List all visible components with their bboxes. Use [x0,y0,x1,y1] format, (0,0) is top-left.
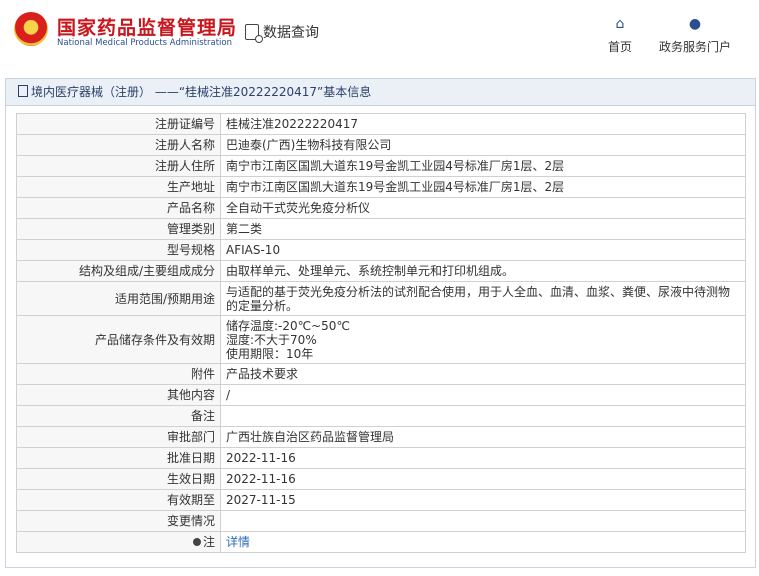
table-row: 审批部门 广西壮族自治区药品监督管理局 [16,426,746,448]
storage-line: 储存温度:-20℃~50℃ [226,318,350,333]
field-value: 详情 [220,531,746,553]
field-value: AFIAS-10 [220,239,746,261]
field-value: 广西壮族自治区药品监督管理局 [220,426,746,448]
field-label: 产品储存条件及有效期 [16,315,221,364]
table-row: 型号规格 AFIAS-10 [16,239,746,261]
field-value: 产品技术要求 [220,363,746,385]
field-value: 桂械注准20222220417 [220,113,746,135]
table-row: 产品储存条件及有效期 储存温度:-20℃~50℃ 湿度:不大于70% 使用期限：… [16,315,746,364]
field-value: 由取样单元、处理单元、系统控制单元和打印机组成。 [220,260,746,282]
nav-home[interactable]: ⌂ 首页 [606,16,634,55]
search-document-icon [245,24,263,43]
table-row: 生产地址 南宁市江南区国凯大道东19号金凯工业园4号标准厂房1层、2层 [16,176,746,198]
home-icon: ⌂ [615,16,625,32]
panel-title: 境内医疗器械（注册） ——“桂械注准20222220417”基本信息 [6,79,755,106]
details-link[interactable]: 详情 [226,535,250,549]
table-row: 备注 [16,405,746,427]
field-label: 批准日期 [16,447,221,469]
table-row: 注册证编号 桂械注准20222220417 [16,113,746,135]
field-label: 适用范围/预期用途 [16,281,221,316]
table-row: 其他内容 / [16,384,746,406]
field-label: 有效期至 [16,489,221,511]
field-label: 生效日期 [16,468,221,490]
table-row: 生效日期 2022-11-16 [16,468,746,490]
field-value: 南宁市江南区国凯大道东19号金凯工业园4号标准厂房1层、2层 [220,176,746,198]
field-value: 南宁市江南区国凯大道东19号金凯工业园4号标准厂房1层、2层 [220,155,746,177]
data-query-label: 数据查询 [263,25,319,41]
table-row: 注册人住所 南宁市江南区国凯大道东19号金凯工业园4号标准厂房1层、2层 [16,155,746,177]
field-label: 结构及组成/主要组成成分 [16,260,221,282]
field-label: 型号规格 [16,239,221,261]
nav-service-portal[interactable]: ● 政务服务门户 [658,16,732,55]
field-label: 其他内容 [16,384,221,406]
field-value: 2027-11-15 [220,489,746,511]
field-label: 备注 [16,405,221,427]
field-value [220,510,746,532]
field-value: / [220,384,746,406]
field-value: 2022-11-16 [220,447,746,469]
field-label: 产品名称 [16,197,221,219]
table-row: 变更情况 [16,510,746,532]
table-row: 适用范围/预期用途 与适配的基于荧光免疫分析法的试剂配合使用，用于人全血、血清、… [16,281,746,316]
data-query-link[interactable]: 数据查询 [245,22,319,43]
field-label: 审批部门 [16,426,221,448]
nav-portal-label: 政务服务门户 [658,40,731,54]
table-row: 注册人名称 巴迪泰(广西)生物科技有限公司 [16,134,746,156]
field-value: 第二类 [220,218,746,240]
nav-home-label: 首页 [607,40,632,54]
user-icon: ● [688,16,702,32]
table-row: 有效期至 2027-11-15 [16,489,746,511]
field-value: 与适配的基于荧光免疫分析法的试剂配合使用，用于人全血、血清、血浆、粪便、尿液中待… [220,281,746,316]
org-name-en: National Medical Products Administration [57,38,232,48]
field-label: 变更情况 [16,510,221,532]
field-value: 巴迪泰(广西)生物科技有限公司 [220,134,746,156]
org-name-cn: 国家药品监督管理局 [57,17,238,39]
field-label: 注册人名称 [16,134,221,156]
field-label: 注册人住所 [16,155,221,177]
field-label: 管理类别 [16,218,221,240]
field-label: 生产地址 [16,176,221,198]
bulb-icon [192,538,201,546]
field-value [220,405,746,427]
table-row: 附件 产品技术要求 [16,363,746,385]
note-label: 注 [202,535,215,549]
field-value: 全自动干式荧光免疫分析仪 [220,197,746,219]
field-label: 附件 [16,363,221,385]
storage-line: 湿度:不大于70% [226,332,317,347]
table-row: 注 详情 [16,531,746,553]
field-label: 注册证编号 [16,113,221,135]
field-label: 注 [16,531,221,553]
panel-title-text: 境内医疗器械（注册） ——“桂械注准20222220417”基本信息 [31,85,372,99]
detail-panel: 境内医疗器械（注册） ——“桂械注准20222220417”基本信息 注册证编号… [5,78,756,568]
national-emblem-logo [14,12,48,46]
field-value: 2022-11-16 [220,468,746,490]
table-row: 结构及组成/主要组成成分 由取样单元、处理单元、系统控制单元和打印机组成。 [16,260,746,282]
field-value: 储存温度:-20℃~50℃ 湿度:不大于70% 使用期限：10年 [220,315,746,364]
table-row: 产品名称 全自动干式荧光免疫分析仪 [16,197,746,219]
table-row: 管理类别 第二类 [16,218,746,240]
site-header: 国家药品监督管理局 National Medical Products Admi… [0,0,759,68]
storage-line: 使用期限：10年 [226,346,314,361]
detail-table: 注册证编号 桂械注准20222220417 注册人名称 巴迪泰(广西)生物科技有… [16,113,746,553]
document-icon [18,85,28,97]
table-row: 批准日期 2022-11-16 [16,447,746,469]
